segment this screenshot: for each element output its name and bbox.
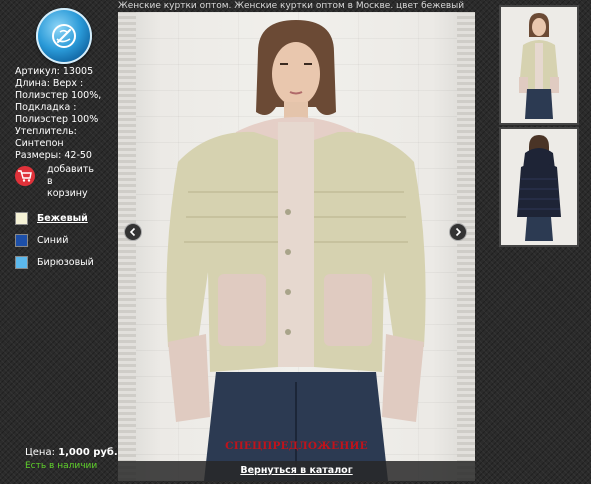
- beige-jacket-thumbnail-image: [501, 7, 577, 123]
- chevron-right-icon: [455, 227, 462, 237]
- detail-line: Полиэстер 100%: [15, 114, 99, 125]
- thumbnail-beige[interactable]: [499, 5, 579, 125]
- special-offer-label: СПЕЦПРЕДЛОЖЕНИЕ: [225, 440, 368, 452]
- back-to-catalog-link[interactable]: Вернуться в каталог: [118, 465, 475, 476]
- back-bar: Вернуться в каталог: [118, 461, 475, 481]
- detail-line: Утеплитель:: [15, 126, 77, 137]
- logo-emblem-icon: [52, 24, 76, 48]
- stock-status: Есть в наличии: [25, 461, 98, 471]
- chevron-left-icon: [129, 227, 136, 237]
- detail-line: Синтепон: [15, 138, 64, 149]
- color-label: Бирюзовый: [37, 257, 94, 268]
- color-swatch: [15, 234, 28, 247]
- product-info: Артикул: 13005 Длина: Верх : Полиэстер 1…: [15, 66, 115, 162]
- next-photo-button[interactable]: [449, 223, 467, 241]
- color-label: Синий: [37, 235, 69, 246]
- add-to-cart-label: добавить в корзину: [47, 164, 94, 199]
- detail-line: Длина: Верх :: [15, 78, 84, 89]
- color-swatch: [15, 212, 28, 225]
- price-label: Цена:: [25, 447, 55, 458]
- detail-line: Полиэстер 100%,: [15, 90, 102, 101]
- price-value: 1,000 руб.: [58, 447, 118, 458]
- main-product-photo: [118, 12, 475, 481]
- article-number: Артикул: 13005: [15, 66, 94, 77]
- cart-icon: [15, 166, 35, 186]
- navy-jacket-thumbnail-image: [501, 129, 577, 245]
- prev-photo-button[interactable]: [124, 223, 142, 241]
- price: Цена: 1,000 руб.: [25, 447, 118, 458]
- color-swatch: [15, 256, 28, 269]
- color-label: Бежевый: [37, 213, 88, 224]
- model-in-beige-jacket-image: [166, 20, 426, 481]
- page-title: Женские куртки оптом. Женские куртки опт…: [118, 1, 465, 11]
- site-logo[interactable]: [36, 8, 92, 64]
- thumbnail-navy[interactable]: [499, 127, 579, 247]
- add-to-cart-button[interactable]: добавить в корзину: [15, 164, 115, 202]
- detail-line: Подкладка :: [15, 102, 77, 113]
- sizes-line: Размеры: 42-50: [15, 150, 92, 161]
